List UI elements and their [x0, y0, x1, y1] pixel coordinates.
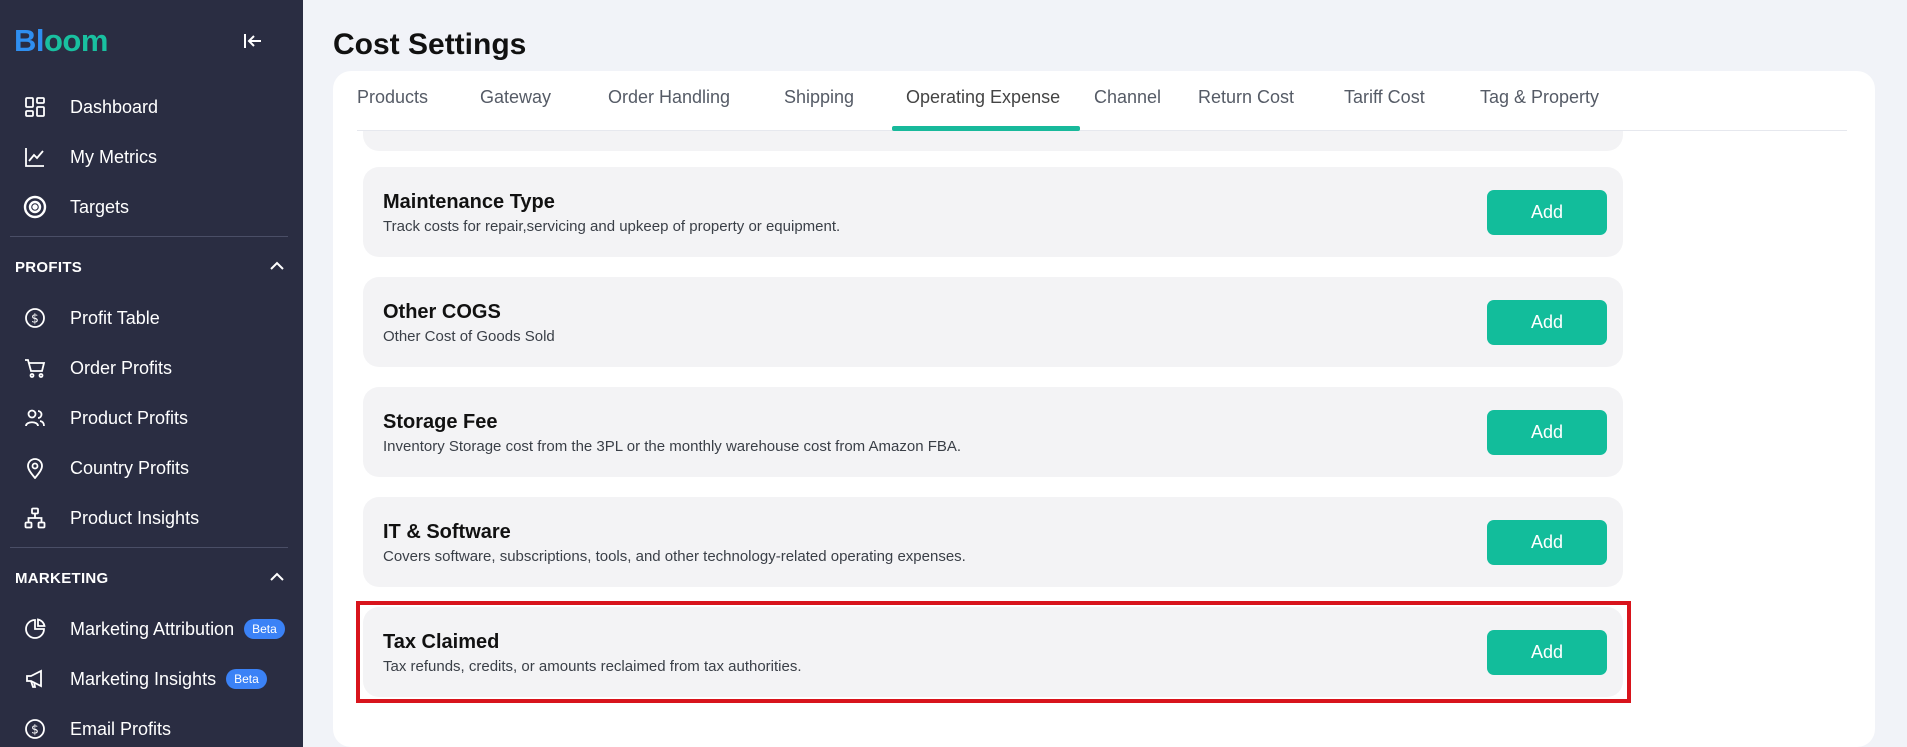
svg-text:$: $ — [31, 723, 39, 737]
expense-row-partial — [363, 131, 1623, 151]
sidebar-item-product-profits[interactable]: Product Profits — [0, 398, 303, 438]
sidebar-item-order-profits[interactable]: Order Profits — [0, 348, 303, 388]
chevron-up-icon — [269, 258, 285, 276]
dollar-circle-icon: $ — [22, 716, 48, 742]
dollar-circle-icon: $ — [22, 305, 48, 331]
sidebar-item-label: Email Profits — [70, 718, 172, 739]
sidebar-item-marketing-insights[interactable]: Marketing Insights Beta — [0, 659, 303, 699]
add-maintenance-type-button[interactable]: Add — [1487, 190, 1607, 235]
sidebar-item-profit-table[interactable]: $ Profit Table — [0, 298, 303, 338]
tab-order-handling[interactable]: Order Handling — [608, 87, 730, 131]
megaphone-icon — [22, 666, 48, 692]
beta-badge: Beta — [244, 619, 285, 639]
logo[interactable]: Bl oo m — [14, 23, 108, 58]
sidebar-item-my-metrics[interactable]: My Metrics — [0, 137, 303, 177]
expense-description: Covers software, subscriptions, tools, a… — [383, 548, 966, 565]
page-title: Cost Settings — [333, 28, 527, 61]
expense-title: Storage Fee — [383, 411, 498, 433]
hierarchy-icon — [22, 505, 48, 531]
beta-badge: Beta — [226, 669, 267, 689]
section-title: MARKETING — [15, 569, 109, 587]
sidebar-divider — [10, 236, 288, 237]
collapse-sidebar-icon[interactable] — [240, 28, 266, 54]
expense-description: Other Cost of Goods Sold — [383, 328, 555, 345]
sidebar-item-targets[interactable]: Targets — [0, 187, 303, 227]
sidebar: Bl oo m Dashboard My Metrics Targets PROFI… — [0, 0, 303, 747]
add-other-cogs-button[interactable]: Add — [1487, 300, 1607, 345]
chart-line-icon — [22, 144, 48, 170]
sidebar-item-label: Marketing Insights — [70, 668, 217, 689]
section-title: PROFITS — [15, 258, 83, 276]
pie-chart-icon — [22, 616, 48, 642]
dashboard-icon — [22, 94, 48, 120]
expense-row-other-cogs: Other COGS Other Cost of Goods Sold Add — [363, 277, 1623, 367]
sidebar-item-email-profits[interactable]: $ Email Profits — [0, 709, 303, 747]
sidebar-item-marketing-attribution[interactable]: Marketing Attribution Beta — [0, 609, 303, 649]
sidebar-item-label: Targets — [70, 196, 130, 217]
expense-description: Tax refunds, credits, or amounts reclaim… — [383, 658, 802, 675]
sidebar-divider — [10, 547, 288, 548]
tab-return-cost[interactable]: Return Cost — [1198, 87, 1294, 131]
sidebar-item-label: Order Profits — [70, 357, 173, 378]
sidebar-item-product-insights[interactable]: Product Insights — [0, 498, 303, 538]
tab-products[interactable]: Products — [357, 87, 428, 131]
sidebar-item-label: Product Insights — [70, 507, 200, 528]
tab-channel[interactable]: Channel — [1094, 87, 1161, 131]
sidebar-item-label: Marketing Attribution — [70, 618, 235, 639]
expense-row-maintenance-type: Maintenance Type Track costs for repair,… — [363, 167, 1623, 257]
users-icon — [22, 405, 48, 431]
tab-operating-expense[interactable]: Operating Expense — [906, 87, 1060, 131]
expense-title: IT & Software — [383, 521, 511, 543]
expense-row-tax-claimed: Tax Claimed Tax refunds, credits, or amo… — [363, 607, 1623, 697]
expense-description: Track costs for repair,servicing and upk… — [383, 218, 841, 235]
add-storage-fee-button[interactable]: Add — [1487, 410, 1607, 455]
sidebar-item-label: Product Profits — [70, 407, 189, 428]
section-marketing-toggle[interactable]: MARKETING — [15, 566, 285, 590]
tab-shipping[interactable]: Shipping — [784, 87, 854, 131]
expense-description: Inventory Storage cost from the 3PL or t… — [383, 438, 962, 455]
sidebar-item-country-profits[interactable]: Country Profits — [0, 448, 303, 488]
tab-tariff-cost[interactable]: Tariff Cost — [1344, 87, 1425, 131]
expense-title: Other COGS — [383, 301, 501, 323]
target-icon — [22, 194, 48, 220]
add-it-software-button[interactable]: Add — [1487, 520, 1607, 565]
sidebar-item-dashboard[interactable]: Dashboard — [0, 87, 303, 127]
map-pin-icon — [22, 455, 48, 481]
tab-gateway[interactable]: Gateway — [480, 87, 551, 131]
expense-row-it-software: IT & Software Covers software, subscript… — [363, 497, 1623, 587]
expense-title: Maintenance Type — [383, 191, 555, 213]
cost-settings-card: Products Gateway Order Handling Shipping… — [333, 71, 1875, 747]
sidebar-item-label: Dashboard — [70, 96, 159, 117]
add-tax-claimed-button[interactable]: Add — [1487, 630, 1607, 675]
expense-title: Tax Claimed — [383, 631, 500, 653]
chevron-up-icon — [269, 569, 285, 587]
tab-bar: Products Gateway Order Handling Shipping… — [357, 71, 1847, 131]
expense-row-storage-fee: Storage Fee Inventory Storage cost from … — [363, 387, 1623, 477]
tab-tag-property[interactable]: Tag & Property — [1480, 87, 1599, 131]
section-profits-toggle[interactable]: PROFITS — [15, 255, 285, 279]
cart-icon — [22, 355, 48, 381]
svg-text:$: $ — [31, 312, 39, 326]
sidebar-item-label: Profit Table — [70, 307, 160, 328]
sidebar-item-label: My Metrics — [70, 146, 157, 167]
sidebar-item-label: Country Profits — [70, 457, 190, 478]
